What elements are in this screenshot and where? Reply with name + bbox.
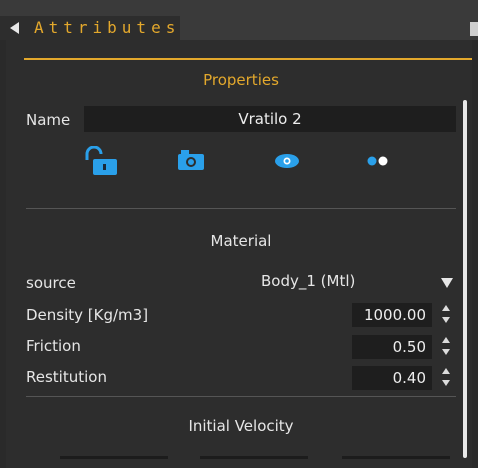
stepper-up-icon[interactable] (442, 368, 450, 374)
density-label: Density [Kg/m3] (26, 306, 149, 324)
stepper-down-icon[interactable] (442, 317, 450, 323)
two-dots-icon[interactable] (367, 155, 389, 167)
eye-icon[interactable] (275, 154, 299, 168)
initial-velocity-title: Initial Velocity (188, 417, 294, 435)
friction-label: Friction (26, 337, 81, 355)
stepper-down-icon[interactable] (442, 349, 450, 355)
material-title: Material (210, 232, 272, 250)
stepper-up-icon[interactable] (442, 305, 450, 311)
section-divider (26, 396, 456, 397)
name-label: Name (26, 111, 71, 129)
unlock-icon[interactable] (84, 146, 118, 176)
source-value: Body_1 (Mtl) (261, 272, 356, 290)
source-label: source (26, 274, 76, 292)
attributes-panel (6, 40, 472, 468)
name-field[interactable]: Vratilo 2 (84, 106, 456, 132)
density-field[interactable]: 1000.00 (352, 303, 432, 327)
source-dropdown[interactable]: Body_1 (Mtl) (255, 270, 457, 294)
stepper-down-icon[interactable] (442, 380, 450, 386)
restitution-stepper[interactable] (440, 366, 452, 390)
velocity-y-field[interactable] (200, 456, 308, 459)
scrollbar[interactable] (463, 100, 467, 458)
density-stepper[interactable] (440, 303, 452, 327)
dock-handle-icon[interactable] (470, 22, 478, 36)
properties-title: Properties (203, 71, 279, 89)
restitution-field[interactable]: 0.40 (352, 366, 432, 390)
stepper-up-icon[interactable] (442, 337, 450, 343)
attributes-header: Attributes (0, 0, 478, 40)
velocity-x-field[interactable] (60, 456, 168, 459)
panel-title: Attributes (34, 18, 181, 37)
chevron-down-icon (441, 278, 453, 288)
camera-icon[interactable] (178, 150, 204, 170)
friction-field[interactable]: 0.50 (352, 335, 432, 359)
friction-stepper[interactable] (440, 335, 452, 359)
velocity-z-field[interactable] (342, 456, 450, 459)
restitution-label: Restitution (26, 368, 107, 386)
collapse-arrow-icon[interactable] (10, 22, 19, 34)
section-divider (26, 208, 456, 209)
accent-divider (24, 58, 472, 60)
